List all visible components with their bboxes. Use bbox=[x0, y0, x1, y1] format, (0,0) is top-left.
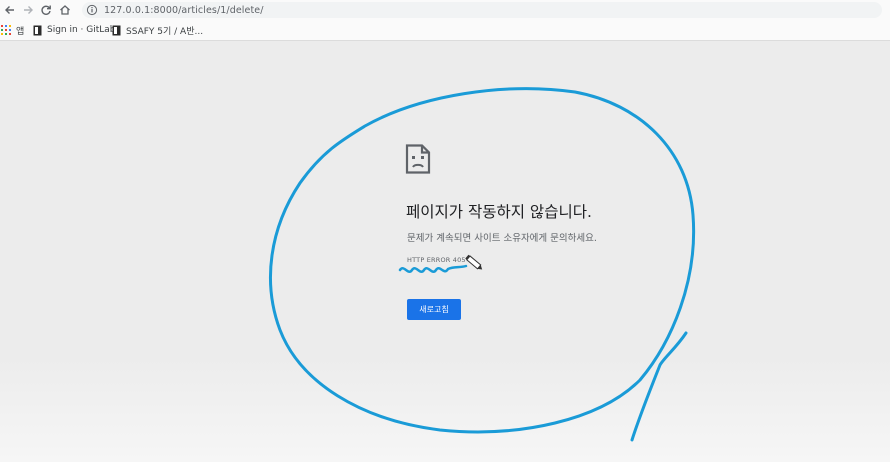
reload-button[interactable]: 새로고침 bbox=[407, 299, 461, 320]
bookmark-gitlab[interactable]: Sign in · GitLab bbox=[33, 23, 116, 37]
bookmark-page-icon bbox=[33, 25, 42, 35]
browser-toolbar: 127.0.0.1:8000/articles/1/delete/ bbox=[0, 0, 890, 21]
error-page bbox=[0, 41, 890, 462]
bookmarks-bar: 앱 Sign in · GitLab SSAFY 5기 / A반... bbox=[0, 20, 890, 41]
bookmark-ssafy[interactable]: SSAFY 5기 / A반... bbox=[112, 23, 203, 37]
refresh-icon bbox=[41, 5, 51, 15]
home-button[interactable] bbox=[57, 2, 73, 18]
bookmark-page-icon bbox=[112, 25, 121, 35]
sad-page-icon bbox=[405, 144, 431, 174]
error-headline: 페이지가 작동하지 않습니다. bbox=[406, 203, 592, 221]
apps-shortcut[interactable]: 앱 bbox=[1, 23, 24, 37]
forward-button[interactable] bbox=[20, 2, 36, 18]
address-bar[interactable]: 127.0.0.1:8000/articles/1/delete/ bbox=[82, 2, 882, 18]
apps-label: 앱 bbox=[16, 26, 25, 37]
bookmark-label: SSAFY 5기 / A반... bbox=[126, 26, 204, 37]
address-url: 127.0.0.1:8000/articles/1/delete/ bbox=[104, 4, 264, 16]
reload-page-button[interactable] bbox=[38, 2, 54, 18]
back-button[interactable] bbox=[2, 2, 18, 18]
home-icon bbox=[60, 5, 70, 15]
apps-grid-icon bbox=[1, 25, 11, 35]
back-arrow-icon bbox=[5, 6, 14, 14]
forward-arrow-icon bbox=[24, 6, 33, 14]
bookmark-label: Sign in · GitLab bbox=[47, 25, 116, 35]
error-subtext: 문제가 계속되면 사이트 소유자에게 문의하세요. bbox=[407, 233, 597, 244]
error-code: HTTP ERROR 405 bbox=[407, 256, 466, 264]
info-icon[interactable] bbox=[86, 4, 98, 16]
